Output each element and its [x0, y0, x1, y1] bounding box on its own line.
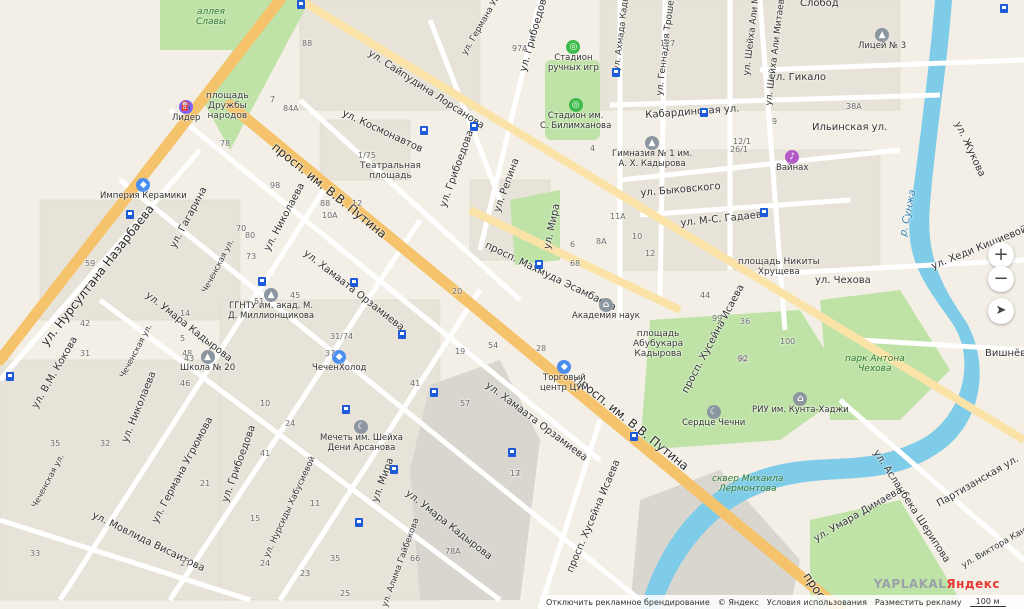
- bus-stop-icon[interactable]: [535, 260, 543, 269]
- school-icon: ▲: [200, 350, 215, 364]
- disable-branding-link[interactable]: Отключить рекламное брендирование: [546, 598, 710, 607]
- poi-stadion-bilimkhanova[interactable]: ◎ Стадион им. С. Билимханова: [540, 98, 611, 132]
- terms-link[interactable]: Условия использования: [767, 598, 867, 607]
- poi-gimnaziya[interactable]: ▲ Гимназия № 1 им. А. Х. Кадырова: [612, 136, 692, 170]
- zoom-out-button[interactable]: −: [988, 266, 1014, 292]
- watermark: YAPLAKALЯндекс: [874, 577, 1000, 591]
- poi-serdtse-chechni[interactable]: ☾ Сердце Чечни: [682, 405, 745, 429]
- zoom-in-button[interactable]: +: [988, 242, 1014, 268]
- poi-imperiya-keramiki[interactable]: ◆ Империя Керамики: [100, 178, 187, 202]
- stadium-icon: ◎: [568, 98, 583, 112]
- street-label-vishnevskaya: Вишнёвс: [985, 348, 1024, 359]
- bus-stop-icon[interactable]: [390, 465, 398, 474]
- bus-stop-icon[interactable]: [1000, 4, 1008, 13]
- poi-ggntu[interactable]: ▲ ГГНТУ им. акад. М. Д. Миллионщикова: [228, 288, 314, 322]
- bus-stop-icon[interactable]: [355, 518, 363, 527]
- watermark-site: YAPLAKAL: [873, 577, 947, 591]
- scale-label: 100 м: [969, 597, 1006, 607]
- bus-stop-icon[interactable]: [420, 126, 428, 135]
- bus-stop-icon[interactable]: [760, 208, 768, 217]
- shopping-cart-icon: ◆: [136, 178, 151, 192]
- stadium-icon: ◎: [566, 40, 581, 54]
- school-icon: ▲: [645, 136, 660, 150]
- poi-lider[interactable]: ⛽ Лидер: [172, 100, 200, 124]
- bus-stop-icon[interactable]: [398, 330, 406, 339]
- alley-label: аллея Славы: [196, 7, 226, 27]
- university-icon: ▲: [264, 288, 279, 302]
- watermark-brand: Яндекс: [946, 577, 1000, 591]
- bus-stop-icon[interactable]: [297, 0, 305, 9]
- shopping-cart-icon: ◆: [332, 350, 347, 364]
- bus-stop-icon[interactable]: [342, 405, 350, 414]
- street-label-ilyinskaya: Ильинская ул.: [812, 122, 888, 133]
- poi-litsey-3[interactable]: ▲ Лицей № 3: [858, 28, 906, 52]
- poi-shkola-20[interactable]: ▲ Школа № 20: [180, 350, 235, 374]
- university-icon: ⌂: [793, 392, 808, 406]
- poi-mechet-arsanova[interactable]: ☾ Мечеть им. Шейха Дени Арсанова: [320, 420, 403, 454]
- poi-stadion-ruchnykh[interactable]: ◎ Стадион ручных игр: [548, 40, 599, 74]
- museum-icon: ⌂: [598, 298, 613, 312]
- street-label-sloboda: Слобод: [800, 0, 839, 9]
- bus-stop-icon[interactable]: [700, 108, 708, 117]
- bus-stop-icon[interactable]: [258, 277, 266, 286]
- locate-button[interactable]: ➤: [988, 298, 1014, 324]
- poi-riu[interactable]: ⌂ РИУ им. Кунта-Хаджи: [752, 392, 849, 416]
- park-chekhova-label: парк Антона Чехова: [845, 354, 905, 374]
- mosque-icon: ☾: [354, 420, 369, 434]
- fuel-icon: ⛽: [179, 100, 194, 114]
- poi-chechenkholod[interactable]: ◆ ЧеченХолод: [312, 350, 366, 374]
- bus-stop-icon[interactable]: [470, 122, 478, 131]
- street-label-chekhova: ул. Чехова: [815, 275, 871, 286]
- bus-stop-icon[interactable]: [430, 388, 438, 397]
- yandex-map[interactable]: ул. Нурсултана Назарбаева просп. им. В.В…: [0, 0, 1024, 609]
- music-icon: ♪: [785, 150, 800, 164]
- bus-stop-icon[interactable]: [126, 210, 134, 219]
- street-label-gikalo: ул. Гикало: [770, 72, 826, 83]
- school-icon: ▲: [875, 28, 890, 42]
- mosque-icon: ☾: [706, 405, 721, 419]
- place-ad-link[interactable]: Разместить рекламу: [875, 598, 962, 607]
- shopping-cart-icon: ◆: [557, 360, 572, 374]
- bus-stop-icon[interactable]: [350, 278, 358, 287]
- copyright: © Яндекс: [717, 597, 759, 607]
- map-footer: Отключить рекламное брендирование © Янде…: [540, 595, 1024, 609]
- skver-lermontova-label: сквер Михаила Лермонтова: [712, 474, 784, 494]
- poi-vaynakh[interactable]: ♪ Вайнах: [776, 150, 808, 174]
- poi-akademiya-nauk[interactable]: ⌂ Академия наук: [572, 298, 640, 322]
- bus-stop-icon[interactable]: [6, 372, 14, 381]
- bus-stop-icon[interactable]: [630, 432, 638, 441]
- bus-stop-icon[interactable]: [508, 448, 516, 457]
- bus-stop-icon[interactable]: [612, 68, 620, 77]
- poi-tsum[interactable]: ◆ Торговый центр ЦУМ: [540, 360, 589, 394]
